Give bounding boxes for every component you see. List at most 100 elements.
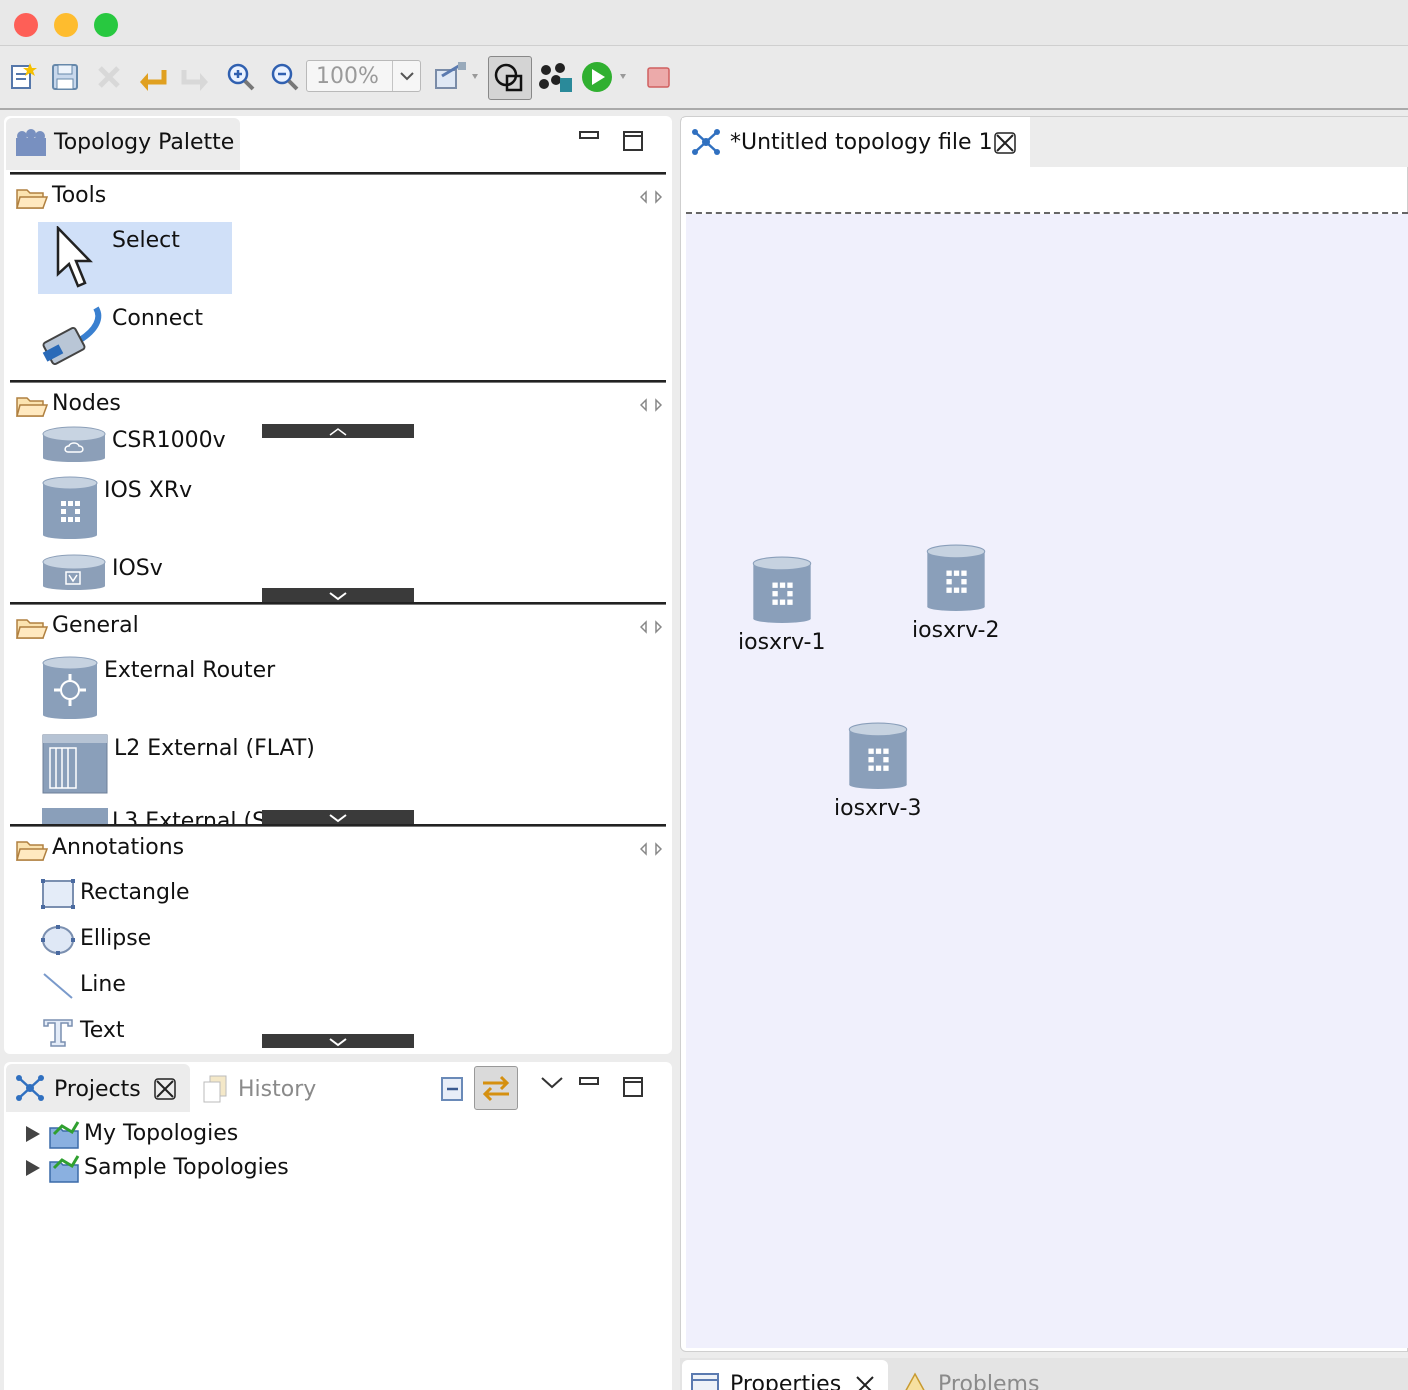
pin-icon[interactable] [640, 190, 662, 204]
palette-icon [16, 129, 46, 156]
palette-item-label: CSR1000v [112, 428, 226, 453]
palette-item-label: IOSv [112, 556, 163, 581]
topology-folder-icon [49, 1155, 80, 1183]
iosxrv-node-icon[interactable] [926, 544, 986, 612]
drawer-title-general[interactable]: General [52, 613, 139, 638]
external-router-icon [42, 656, 98, 719]
node-label[interactable]: iosxrv-3 [834, 796, 921, 821]
folder-icon [16, 397, 48, 417]
folder-icon [16, 619, 48, 639]
layout-icon[interactable] [432, 60, 484, 94]
zoom-combo[interactable]: 100% [306, 60, 421, 92]
iosxrv-node-icon[interactable] [848, 722, 908, 790]
drawer-separator [10, 602, 666, 605]
palette-item-label: Rectangle [80, 880, 190, 905]
projects-icon [16, 1075, 44, 1101]
palette-item-label: Connect [112, 306, 203, 331]
folder-icon [16, 189, 48, 209]
link-with-editor-button[interactable] [474, 1066, 518, 1110]
tab-projects[interactable]: Projects [6, 1064, 190, 1112]
close-icon[interactable] [854, 1374, 876, 1390]
scroll-up-button[interactable] [262, 424, 414, 438]
node-label[interactable]: iosxrv-2 [912, 618, 999, 643]
tab-label: Problems [938, 1372, 1040, 1390]
iosv-router-icon [42, 554, 106, 590]
drawer-separator [10, 172, 666, 175]
collapse-all-icon[interactable] [438, 1074, 468, 1104]
toggle-overlay-button[interactable] [488, 56, 532, 100]
chevron-down-icon[interactable] [392, 61, 420, 91]
close-window-button[interactable] [14, 13, 38, 37]
ellipse-icon [41, 925, 75, 955]
palette-item-label: External Router [104, 658, 276, 683]
expand-arrow-icon[interactable] [24, 1158, 42, 1178]
tab-label: Projects [54, 1077, 141, 1102]
pin-icon[interactable] [640, 842, 662, 856]
maximize-panel-icon[interactable] [622, 1076, 646, 1100]
drawer-title-tools[interactable]: Tools [52, 183, 106, 208]
tab-properties[interactable]: Properties [682, 1360, 888, 1390]
properties-icon [691, 1373, 719, 1390]
undo-icon[interactable] [136, 60, 170, 94]
close-icon[interactable] [994, 132, 1016, 154]
save-icon[interactable] [48, 60, 82, 94]
network-icon[interactable] [536, 60, 576, 94]
folder-icon [16, 841, 48, 861]
scroll-down-button[interactable] [262, 810, 414, 824]
tab-history[interactable]: History [198, 1064, 338, 1112]
scroll-down-button[interactable] [262, 1034, 414, 1048]
palette-title: Topology Palette [54, 130, 235, 155]
history-icon [203, 1075, 227, 1103]
view-menu-icon[interactable] [540, 1076, 564, 1090]
topology-icon [692, 129, 720, 155]
arrow-cursor-icon [56, 226, 93, 288]
topology-canvas[interactable] [686, 214, 1408, 1348]
pin-icon[interactable] [640, 398, 662, 412]
xrv-router-icon [42, 476, 98, 539]
minimize-window-button[interactable] [54, 13, 78, 37]
new-file-icon[interactable] [6, 60, 40, 94]
zoom-in-icon[interactable] [224, 60, 258, 94]
minimize-panel-icon[interactable] [578, 1076, 602, 1090]
editor-tab-label: *Untitled topology file 1 [730, 130, 993, 155]
zoom-value: 100% [316, 64, 379, 89]
expand-arrow-icon[interactable] [24, 1124, 42, 1144]
editor-tab-strip [1030, 117, 1408, 167]
tab-label: History [238, 1077, 317, 1102]
overlay-icon [494, 63, 523, 92]
warning-icon [905, 1372, 925, 1390]
zoom-out-icon[interactable] [268, 60, 302, 94]
palette-item-label: IOS XRv [104, 478, 193, 503]
palette-item-label: Ellipse [80, 926, 152, 951]
tree-item-sample-topologies[interactable]: Sample Topologies [24, 1154, 324, 1184]
maximize-panel-icon[interactable] [622, 130, 646, 154]
l3-external-icon [42, 808, 108, 824]
palette-tab[interactable]: Topology Palette [6, 118, 240, 170]
window-titlebar [0, 0, 1408, 46]
editor-tab[interactable]: *Untitled topology file 1 [682, 118, 1030, 168]
pin-icon[interactable] [640, 620, 662, 634]
drawer-title-annotations[interactable]: Annotations [52, 835, 184, 860]
node-label[interactable]: iosxrv-1 [738, 630, 825, 655]
stop-icon[interactable] [642, 60, 676, 94]
cable-connector-icon [42, 306, 102, 365]
redo-icon[interactable] [178, 60, 212, 94]
palette-item-label: Text [80, 1018, 125, 1043]
tab-problems[interactable]: Problems [896, 1360, 1056, 1390]
l2-external-icon [42, 734, 108, 794]
scroll-down-button[interactable] [262, 588, 414, 602]
drawer-title-nodes[interactable]: Nodes [52, 391, 121, 416]
drawer-separator [10, 380, 666, 383]
router-icon [42, 426, 106, 462]
start-simulation-icon[interactable] [580, 60, 632, 94]
iosxrv-node-icon[interactable] [752, 556, 812, 624]
palette-item-label: L2 External (FLAT) [114, 736, 315, 761]
tree-item-my-topologies[interactable]: My Topologies [24, 1120, 324, 1150]
minimize-panel-icon[interactable] [578, 130, 602, 144]
delete-icon[interactable] [92, 60, 126, 94]
close-icon[interactable] [154, 1078, 176, 1100]
palette-item-label: Select [112, 228, 180, 253]
rectangle-icon [41, 879, 75, 909]
main-toolbar: 100% [0, 46, 1408, 110]
maximize-window-button[interactable] [94, 13, 118, 37]
